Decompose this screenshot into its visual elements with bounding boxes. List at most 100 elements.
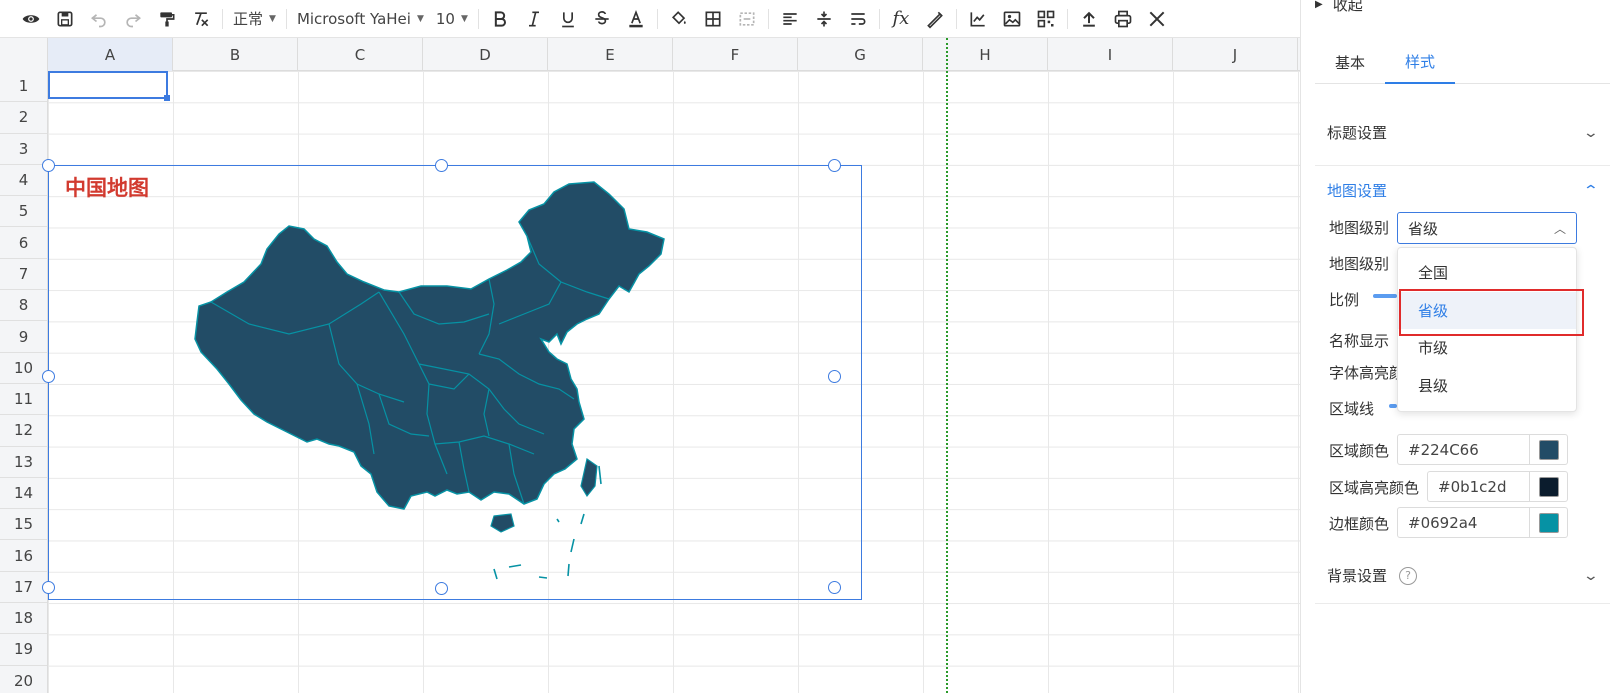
- column-header-a[interactable]: A: [48, 38, 173, 71]
- name-display-label: 名称显示: [1329, 332, 1390, 350]
- align-left-icon[interactable]: [773, 0, 807, 38]
- resize-handle-top[interactable]: [435, 159, 448, 172]
- format-painter-icon[interactable]: [150, 0, 184, 38]
- border-color-input[interactable]: #0692a4: [1397, 507, 1568, 538]
- fill-handle[interactable]: [164, 95, 170, 101]
- column-header-f[interactable]: F: [673, 38, 798, 71]
- undo-icon[interactable]: [82, 0, 116, 38]
- region-highlight-swatch-wrap: [1529, 472, 1567, 501]
- resize-handle-top-right[interactable]: [828, 159, 841, 172]
- row-header-4[interactable]: 4: [0, 165, 47, 197]
- borders-icon[interactable]: [696, 0, 730, 38]
- taiwan-region[interactable]: [580, 457, 598, 498]
- border-color-swatch[interactable]: [1538, 512, 1559, 533]
- column-header-j[interactable]: J: [1173, 38, 1298, 71]
- italic-icon[interactable]: [517, 0, 551, 38]
- ruler-pen-icon[interactable]: [918, 0, 952, 38]
- china-map-shape[interactable]: [189, 174, 689, 594]
- map-level-select[interactable]: 省级 ︿: [1397, 212, 1577, 244]
- underline-icon[interactable]: [551, 0, 585, 38]
- wrap-text-icon[interactable]: [841, 0, 875, 38]
- clear-format-icon[interactable]: [184, 0, 218, 38]
- row-header-15[interactable]: 15: [0, 509, 47, 541]
- vertical-align-icon[interactable]: [807, 0, 841, 38]
- row-header: 1 2 3 4 5 6 7 8 9 10 11 12 13 14 15 16 17 18 19 20: [0, 71, 48, 693]
- resize-handle-left[interactable]: [42, 370, 55, 383]
- background-settings-header[interactable]: 背景设置 ? ⌄: [1327, 565, 1599, 586]
- tools-icon[interactable]: [1140, 0, 1174, 38]
- row-header-18[interactable]: 18: [0, 603, 47, 635]
- row-header-19[interactable]: 19: [0, 634, 47, 666]
- row-header-10[interactable]: 10: [0, 353, 47, 384]
- tab-style[interactable]: 样式: [1385, 40, 1455, 84]
- map-settings-header[interactable]: 地图设置 ⌃: [1327, 180, 1600, 201]
- hainan-region[interactable]: [490, 513, 515, 533]
- collapse-label: 收起: [1332, 0, 1363, 14]
- bold-icon[interactable]: [483, 0, 517, 38]
- region-color-swatch[interactable]: [1538, 439, 1559, 460]
- resize-handle-right[interactable]: [828, 370, 841, 383]
- column-header-c[interactable]: C: [298, 38, 423, 71]
- highlight-box: [1399, 289, 1584, 336]
- region-line-slider[interactable]: [1389, 404, 1397, 408]
- line-chart-icon[interactable]: [961, 0, 995, 38]
- row-header-14[interactable]: 14: [0, 478, 47, 510]
- row-header-13[interactable]: 13: [0, 447, 47, 478]
- title-settings-header[interactable]: 标题设置 ⌄: [1327, 122, 1599, 143]
- column-header-b[interactable]: B: [173, 38, 298, 71]
- row-header-7[interactable]: 7: [0, 259, 47, 291]
- font-color-icon[interactable]: [619, 0, 653, 38]
- redo-icon[interactable]: [116, 0, 150, 38]
- column-header-h[interactable]: H: [923, 38, 1048, 71]
- print-icon[interactable]: [1106, 0, 1140, 38]
- font-family-select[interactable]: Microsoft YaHei ▼: [291, 0, 430, 38]
- row-header-6[interactable]: 6: [0, 227, 47, 259]
- upload-icon[interactable]: [1072, 0, 1106, 38]
- merge-cells-icon[interactable]: [730, 0, 764, 38]
- chevron-up-icon: ⌃: [1582, 182, 1600, 199]
- region-highlight-swatch[interactable]: [1538, 476, 1559, 497]
- resize-handle-bottom-left[interactable]: [42, 581, 55, 594]
- region-color-value: #224C66: [1408, 440, 1479, 459]
- preview-eye-icon[interactable]: [14, 0, 48, 38]
- image-icon[interactable]: [995, 0, 1029, 38]
- region-color-input[interactable]: #224C66: [1397, 434, 1568, 465]
- row-header-5[interactable]: 5: [0, 196, 47, 228]
- column-header-e[interactable]: E: [548, 38, 673, 71]
- row-header-3[interactable]: 3: [0, 134, 47, 165]
- spreadsheet-area: ABCDEFGHIJ 1 2 3 4 5 6 7 8 9 10 11 12 13 14 15 16 17 18 19…: [0, 38, 1300, 693]
- question-icon[interactable]: ?: [1399, 566, 1418, 585]
- china-mainland-region[interactable]: [194, 181, 665, 510]
- collapse-button[interactable]: ▶ 收起: [1315, 0, 1363, 15]
- map-chart[interactable]: 中国地图: [42, 159, 862, 600]
- row-header-17[interactable]: 17: [0, 572, 47, 604]
- region-highlight-color-input[interactable]: #0b1c2d: [1427, 471, 1568, 502]
- font-size-select[interactable]: 10 ▼: [430, 0, 474, 38]
- row-header-20[interactable]: 20: [0, 666, 47, 693]
- qrcode-icon[interactable]: [1029, 0, 1063, 38]
- row-header-16[interactable]: 16: [0, 540, 47, 572]
- dropdown-option-country[interactable]: 全国: [1398, 254, 1576, 292]
- cell-style-select[interactable]: 正常 ▼: [227, 0, 282, 38]
- fill-color-icon[interactable]: [662, 0, 696, 38]
- resize-handle-bottom-right[interactable]: [828, 581, 841, 594]
- column-header-g[interactable]: G: [798, 38, 923, 71]
- select-all-corner[interactable]: [0, 38, 48, 71]
- function-fx-icon[interactable]: fx: [884, 0, 918, 38]
- strikethrough-icon[interactable]: [585, 0, 619, 38]
- tab-basic[interactable]: 基本: [1315, 40, 1385, 84]
- column-header-i[interactable]: I: [1048, 38, 1173, 71]
- save-icon[interactable]: [48, 0, 82, 38]
- resize-handle-bottom[interactable]: [435, 582, 448, 595]
- row-header-8[interactable]: 8: [0, 290, 47, 322]
- resize-handle-top-left[interactable]: [42, 159, 55, 172]
- column-header-d[interactable]: D: [423, 38, 548, 71]
- row-header-9[interactable]: 9: [0, 321, 47, 353]
- row-header-1[interactable]: 1: [0, 71, 47, 103]
- row-header-12[interactable]: 12: [0, 415, 47, 447]
- row-header-2[interactable]: 2: [0, 102, 47, 134]
- selected-cell-a1[interactable]: [48, 71, 168, 99]
- row-header-11[interactable]: 11: [0, 384, 47, 416]
- dropdown-option-county[interactable]: 县级: [1398, 367, 1576, 405]
- scale-slider[interactable]: [1373, 294, 1397, 298]
